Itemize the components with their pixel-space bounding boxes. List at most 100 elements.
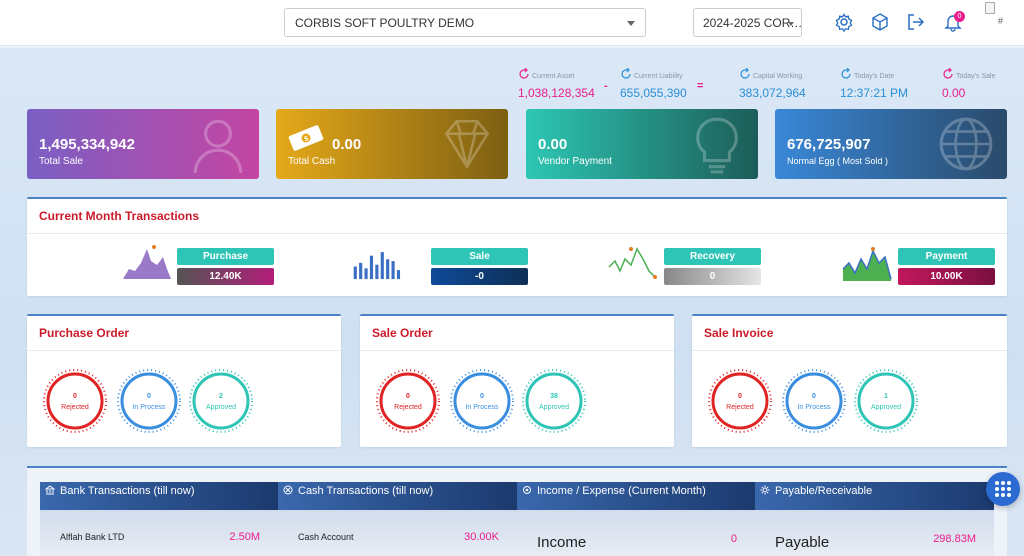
- approved-gauge[interactable]: 2 Approved: [188, 368, 254, 434]
- diamond-icon: [444, 119, 490, 170]
- account-amount: 30.00K: [464, 531, 499, 543]
- bank-icon: [45, 485, 55, 495]
- purchase-sparkline: [123, 245, 171, 279]
- purchase-order-panel: Purchase Order 0 Rejected 0 In Process 2…: [27, 314, 341, 447]
- cash-icon: [283, 485, 293, 495]
- kpi-total-sale[interactable]: 1,495,334,942 Total Sale: [27, 109, 259, 179]
- bank-transactions-card[interactable]: Bank Transactions (till now) Alflah Bank…: [40, 482, 278, 556]
- gauge-count: 0: [147, 393, 151, 400]
- divider: [360, 350, 674, 351]
- approved-gauge[interactable]: 38 Approved: [521, 368, 587, 434]
- summary-label: Current Asset: [532, 73, 575, 80]
- grid-icon: [995, 481, 1011, 497]
- summary-label: Capital Working: [753, 73, 803, 80]
- kpi-label: Normal Egg ( Most Sold ): [787, 156, 889, 166]
- gauge-count: 0: [738, 393, 742, 400]
- divider: [27, 233, 1007, 234]
- recovery-value: 0: [664, 268, 761, 285]
- sale-invoice-panel: Sale Invoice 0 Rejected 0 In Process 1 A…: [692, 314, 1007, 447]
- gauge-label: In Process: [465, 404, 499, 411]
- summary-value: 12:37:21 PM: [840, 86, 909, 100]
- gauge-count: 0: [812, 393, 816, 400]
- refresh-icon: [621, 68, 631, 79]
- kpi-value: 1,495,334,942: [39, 136, 135, 153]
- gauge-count: 0: [73, 393, 77, 400]
- logout-icon[interactable]: [906, 12, 926, 32]
- chevron-down-icon: [788, 22, 794, 26]
- notification-badge: 0: [954, 11, 965, 22]
- payment-sparkline: [842, 247, 892, 281]
- apps-menu-button[interactable]: [986, 472, 1020, 506]
- in-process-gauge[interactable]: 0 In Process: [781, 368, 847, 434]
- card-title: Income / Expense (Current Month): [537, 485, 706, 497]
- user-avatar[interactable]: [985, 2, 995, 14]
- account-name: Cash Account: [298, 532, 354, 542]
- transactions-panel: Current Month Transactions Purchase 12.4…: [27, 197, 1007, 296]
- user-icon: [193, 119, 243, 173]
- sale-label[interactable]: Sale: [431, 248, 528, 265]
- gauge-label: Rejected: [726, 404, 754, 411]
- purchase-value: 12.40K: [177, 268, 274, 285]
- box-icon[interactable]: [870, 12, 890, 32]
- account-amount: 2.50M: [229, 531, 260, 543]
- refresh-icon: [519, 68, 529, 79]
- rejected-gauge[interactable]: 0 Rejected: [707, 368, 773, 434]
- chevron-down-icon: [627, 21, 635, 26]
- kpi-most-sold[interactable]: 676,725,907 Normal Egg ( Most Sold ): [775, 109, 1007, 179]
- rejected-gauge[interactable]: 0 Rejected: [42, 368, 108, 434]
- rejected-gauge[interactable]: 0 Rejected: [375, 368, 441, 434]
- kpi-label: Total Sale: [39, 156, 83, 167]
- top-bar: CORBIS SOFT POULTRY DEMO 2024-2025 COR… …: [0, 0, 1024, 46]
- gauge-count: 0: [480, 393, 484, 400]
- payable-receivable-card[interactable]: Payable/Receivable Payable 298.83M: [755, 482, 994, 556]
- gear-icon: [760, 485, 770, 495]
- gauge-label: Rejected: [394, 404, 422, 411]
- in-process-gauge[interactable]: 0 In Process: [116, 368, 182, 434]
- approved-gauge[interactable]: 1 Approved: [853, 368, 919, 434]
- user-menu-text[interactable]: #: [998, 16, 1003, 26]
- income-expense-card[interactable]: Income / Expense (Current Month) Income …: [517, 482, 755, 556]
- kpi-vendor-payment[interactable]: 0.00 Vendor Payment: [526, 109, 758, 179]
- card-header: Income / Expense (Current Month): [517, 482, 755, 510]
- globe-icon: [939, 117, 993, 171]
- in-process-gauge[interactable]: 0 In Process: [449, 368, 515, 434]
- income-label: Income: [537, 534, 587, 551]
- panel-title: Sale Invoice: [704, 326, 774, 340]
- kpi-value: 0.00: [538, 136, 568, 153]
- gauge-label: Approved: [539, 404, 569, 411]
- company-select[interactable]: CORBIS SOFT POULTRY DEMO: [284, 8, 646, 37]
- kpi-total-cash[interactable]: $ 0.00 Total Cash: [276, 109, 508, 179]
- sale-sparkline: [353, 252, 401, 280]
- payment-value: 10.00K: [898, 268, 995, 285]
- panel-title: Current Month Transactions: [39, 209, 200, 223]
- cash-icon: $: [288, 125, 324, 151]
- gauge-label: Rejected: [61, 404, 89, 411]
- gauge-count: 2: [219, 393, 223, 400]
- account-name: Alflah Bank LTD: [60, 532, 125, 542]
- divider: [27, 350, 341, 351]
- summary-value: 1,038,128,354: [518, 86, 595, 100]
- purchase-label[interactable]: Purchase: [177, 248, 274, 265]
- payable-amount: 298.83M: [933, 533, 976, 545]
- fiscal-year-select[interactable]: 2024-2025 COR…: [693, 8, 802, 37]
- recovery-label[interactable]: Recovery: [664, 248, 761, 265]
- refresh-icon: [943, 68, 953, 79]
- summary-label: Today's Sale: [956, 73, 996, 80]
- divider: [692, 350, 1007, 351]
- gauge-label: In Process: [132, 404, 166, 411]
- kpi-label: Vendor Payment: [538, 156, 612, 167]
- kpi-value: 676,725,907: [787, 136, 871, 153]
- gauge-count: 0: [406, 393, 410, 400]
- kpi-label: Total Cash: [288, 156, 336, 167]
- summary-label: Today's Date: [854, 73, 895, 80]
- card-title: Cash Transactions (till now): [298, 485, 434, 497]
- cash-transactions-card[interactable]: Cash Transactions (till now) Cash Accoun…: [278, 482, 517, 556]
- company-select-value: CORBIS SOFT POULTRY DEMO: [295, 16, 475, 30]
- payment-label[interactable]: Payment: [898, 248, 995, 265]
- recovery-sparkline: [608, 247, 657, 279]
- minus-operator: -: [604, 80, 608, 92]
- gear-icon[interactable]: [834, 12, 854, 32]
- equals-operator: =: [697, 80, 704, 92]
- gauge-label: In Process: [797, 404, 831, 411]
- card-title: Bank Transactions (till now): [60, 485, 195, 497]
